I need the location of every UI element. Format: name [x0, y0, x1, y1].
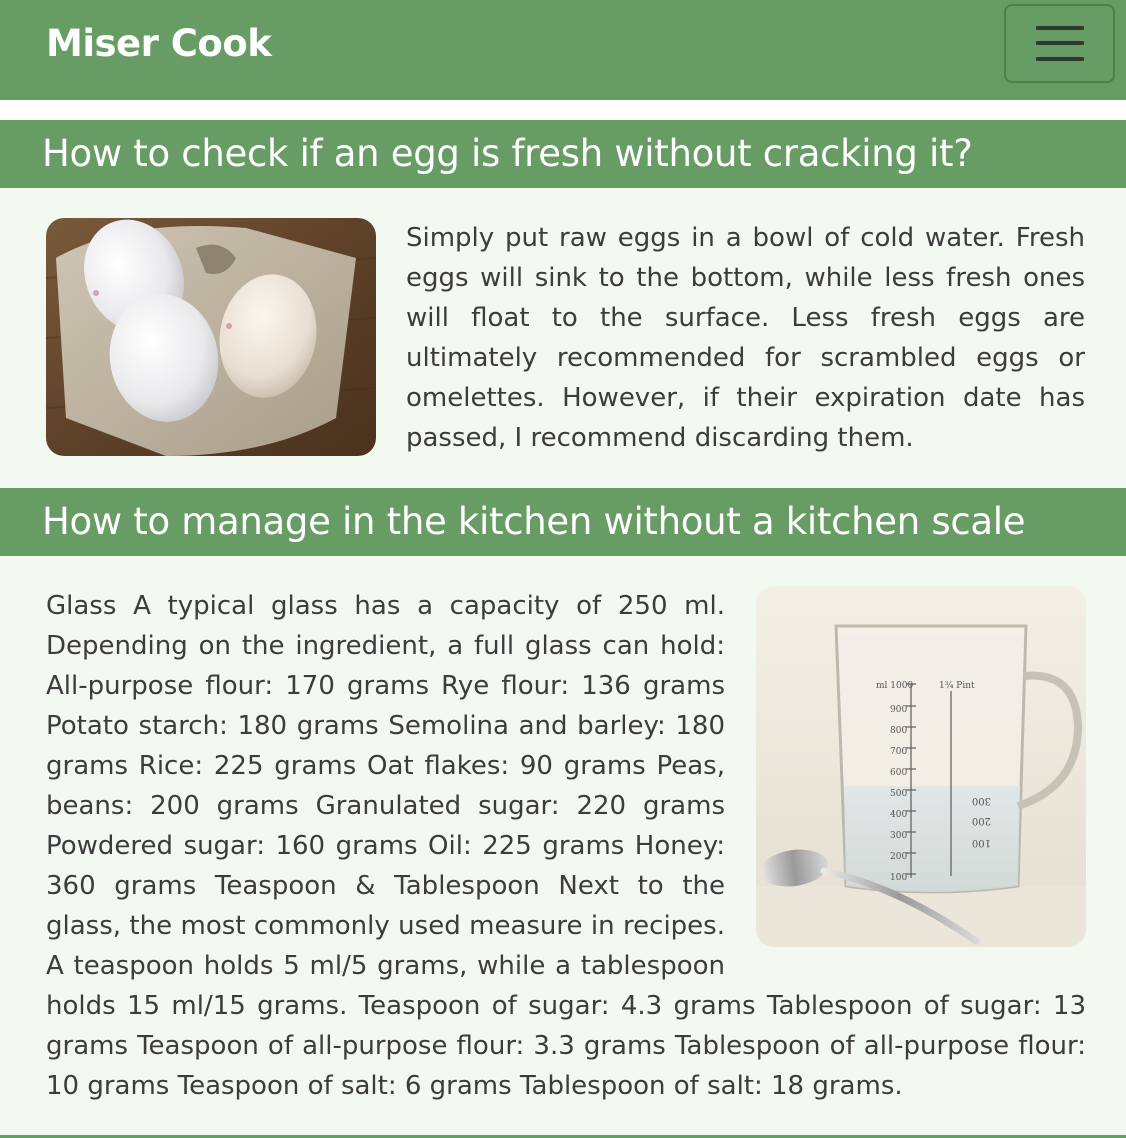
text-line: All-purpose flour: 170 grams Rye flour: …: [46, 671, 725, 701]
navbar-spacer: [0, 100, 1126, 120]
eggs-in-carton-photo: [46, 218, 376, 456]
jug-scale-label: 200: [890, 852, 907, 862]
jug-floz-label: 100: [972, 837, 991, 848]
section-header-scale: How to manage in the kitchen without a k…: [0, 488, 1126, 556]
jug-scale-label: 800: [890, 726, 907, 736]
jug-scale-label: 400: [890, 810, 907, 820]
text-line: Powdered sugar: 160 grams Oil: 225 grams…: [46, 831, 725, 861]
text-line: grams Rice: 225 grams Oat flakes: 90 gra…: [46, 751, 725, 781]
text-line: 10 grams Teaspoon of salt: 6 grams Table…: [46, 1071, 903, 1101]
site-brand[interactable]: Miser Cook: [46, 22, 272, 65]
text-line: 360 grams Teaspoon & Tablespoon Next to …: [46, 871, 725, 901]
text-line: A teaspoon holds 5 ml/5 grams, while a t…: [46, 951, 725, 981]
text-line: Glass A typical glass has a capacity of …: [46, 591, 725, 621]
jug-scale-label: 600: [890, 768, 907, 778]
text-line: Depending on the ingredient, a full glas…: [46, 631, 725, 661]
section-header-egg: How to check if an egg is fresh without …: [0, 120, 1126, 188]
measuring-jug-and-spoon-photo: ml 1000 900 800 700 600 500 400 300 200 …: [756, 586, 1086, 947]
jug-scale-label: 700: [890, 747, 907, 757]
kitchen-scale-text-narrow: Glass A typical glass has a capacity of …: [46, 586, 725, 986]
section-title: How to manage in the kitchen without a k…: [42, 500, 1026, 543]
text-line: Potato starch: 180 grams Semolina and ba…: [46, 711, 725, 741]
section-title: How to check if an egg is fresh without …: [42, 132, 973, 175]
jug-pint-label: 1¾ Pint: [939, 680, 975, 691]
jug-scale-label: 500: [890, 789, 907, 799]
jug-floz-label: 200: [972, 815, 991, 826]
menu-toggle-button[interactable]: [1004, 4, 1115, 83]
jug-scale-label: 900: [890, 705, 907, 715]
jug-scale-label: 300: [890, 831, 907, 841]
text-line: grams Teaspoon of all-purpose flour: 3.3…: [46, 1031, 1086, 1061]
jug-scale-label: 100: [890, 873, 907, 883]
text-line: glass, the most commonly used measure in…: [46, 911, 725, 941]
text-line: beans: 200 grams Granulated sugar: 220 g…: [46, 791, 725, 821]
jug-scale-label: ml 1000: [876, 681, 913, 691]
kitchen-scale-text-wide: holds 15 ml/15 grams. Teaspoon of sugar:…: [46, 986, 1086, 1106]
jug-floz-label: 300: [972, 795, 991, 806]
navbar: Miser Cook: [0, 0, 1126, 100]
text-line: holds 15 ml/15 grams. Teaspoon of sugar:…: [46, 991, 1086, 1021]
egg-freshness-text: Simply put raw eggs in a bowl of cold wa…: [406, 223, 1085, 453]
